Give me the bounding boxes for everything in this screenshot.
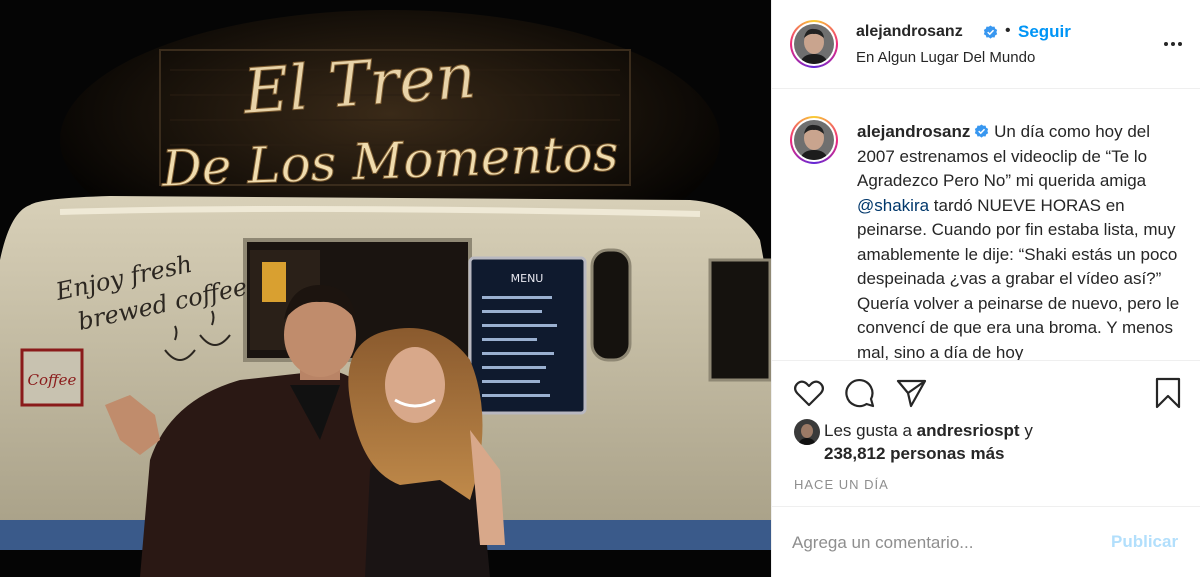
photo-image: El Tren De Los Momentos MENU Enjoy fresh… [0, 0, 771, 577]
side-sign: Coffee [28, 371, 77, 389]
post-side-panel: alejandrosanz • Seguir En Algun Lugar De… [771, 0, 1200, 577]
separator-dot: • [1005, 22, 1011, 39]
caption-author[interactable]: alejandrosanz [857, 122, 970, 141]
menu-title: MENU [511, 272, 544, 285]
liker-avatar[interactable] [794, 419, 820, 445]
avatar-image [794, 24, 834, 64]
comment-input[interactable] [792, 530, 1092, 556]
likes-conj: y [1019, 421, 1033, 440]
follow-button[interactable]: Seguir [1018, 22, 1071, 42]
more-horizontal-icon[interactable] [1161, 34, 1185, 54]
likes-prefix: Les gusta a [824, 421, 917, 440]
post-timestamp[interactable]: HACE UN DÍA [794, 477, 889, 492]
heart-icon[interactable] [792, 376, 826, 410]
paper-plane-icon[interactable] [894, 376, 928, 410]
bookmark-icon[interactable] [1151, 376, 1185, 410]
action-bar [772, 362, 1200, 422]
likes-summary: Les gusta a andresriospt y 238,812 perso… [790, 419, 1190, 467]
post-location[interactable]: En Algun Lugar Del Mundo [856, 49, 1035, 66]
post-header: alejandrosanz • Seguir En Algun Lugar De… [772, 0, 1200, 89]
publish-button[interactable]: Publicar [1111, 532, 1178, 552]
caption-avatar[interactable] [790, 116, 838, 164]
caption-text: alejandrosanz Un día como hoy del 2007 e… [857, 120, 1187, 361]
liker-username[interactable]: andresriospt [917, 421, 1020, 440]
likes-line: Les gusta a andresriospt y [824, 421, 1033, 441]
comment-icon[interactable] [843, 376, 877, 410]
author-username[interactable]: alejandrosanz [856, 23, 963, 41]
verified-badge-icon [975, 124, 989, 138]
avatar-image [794, 120, 834, 160]
caption-body-end: tardó NUEVE HORAS en peinarse. Cuando po… [857, 195, 1180, 361]
avatar[interactable] [790, 20, 838, 68]
likes-count[interactable]: 238,812 personas más [824, 444, 1005, 464]
caption-section: alejandrosanz Un día como hoy del 2007 e… [772, 89, 1200, 361]
verified-badge-icon [979, 25, 998, 43]
post-photo[interactable]: El Tren De Los Momentos MENU Enjoy fresh… [0, 0, 771, 577]
comment-bar: Publicar [772, 506, 1200, 577]
caption-mention-link[interactable]: @shakira [857, 196, 929, 215]
